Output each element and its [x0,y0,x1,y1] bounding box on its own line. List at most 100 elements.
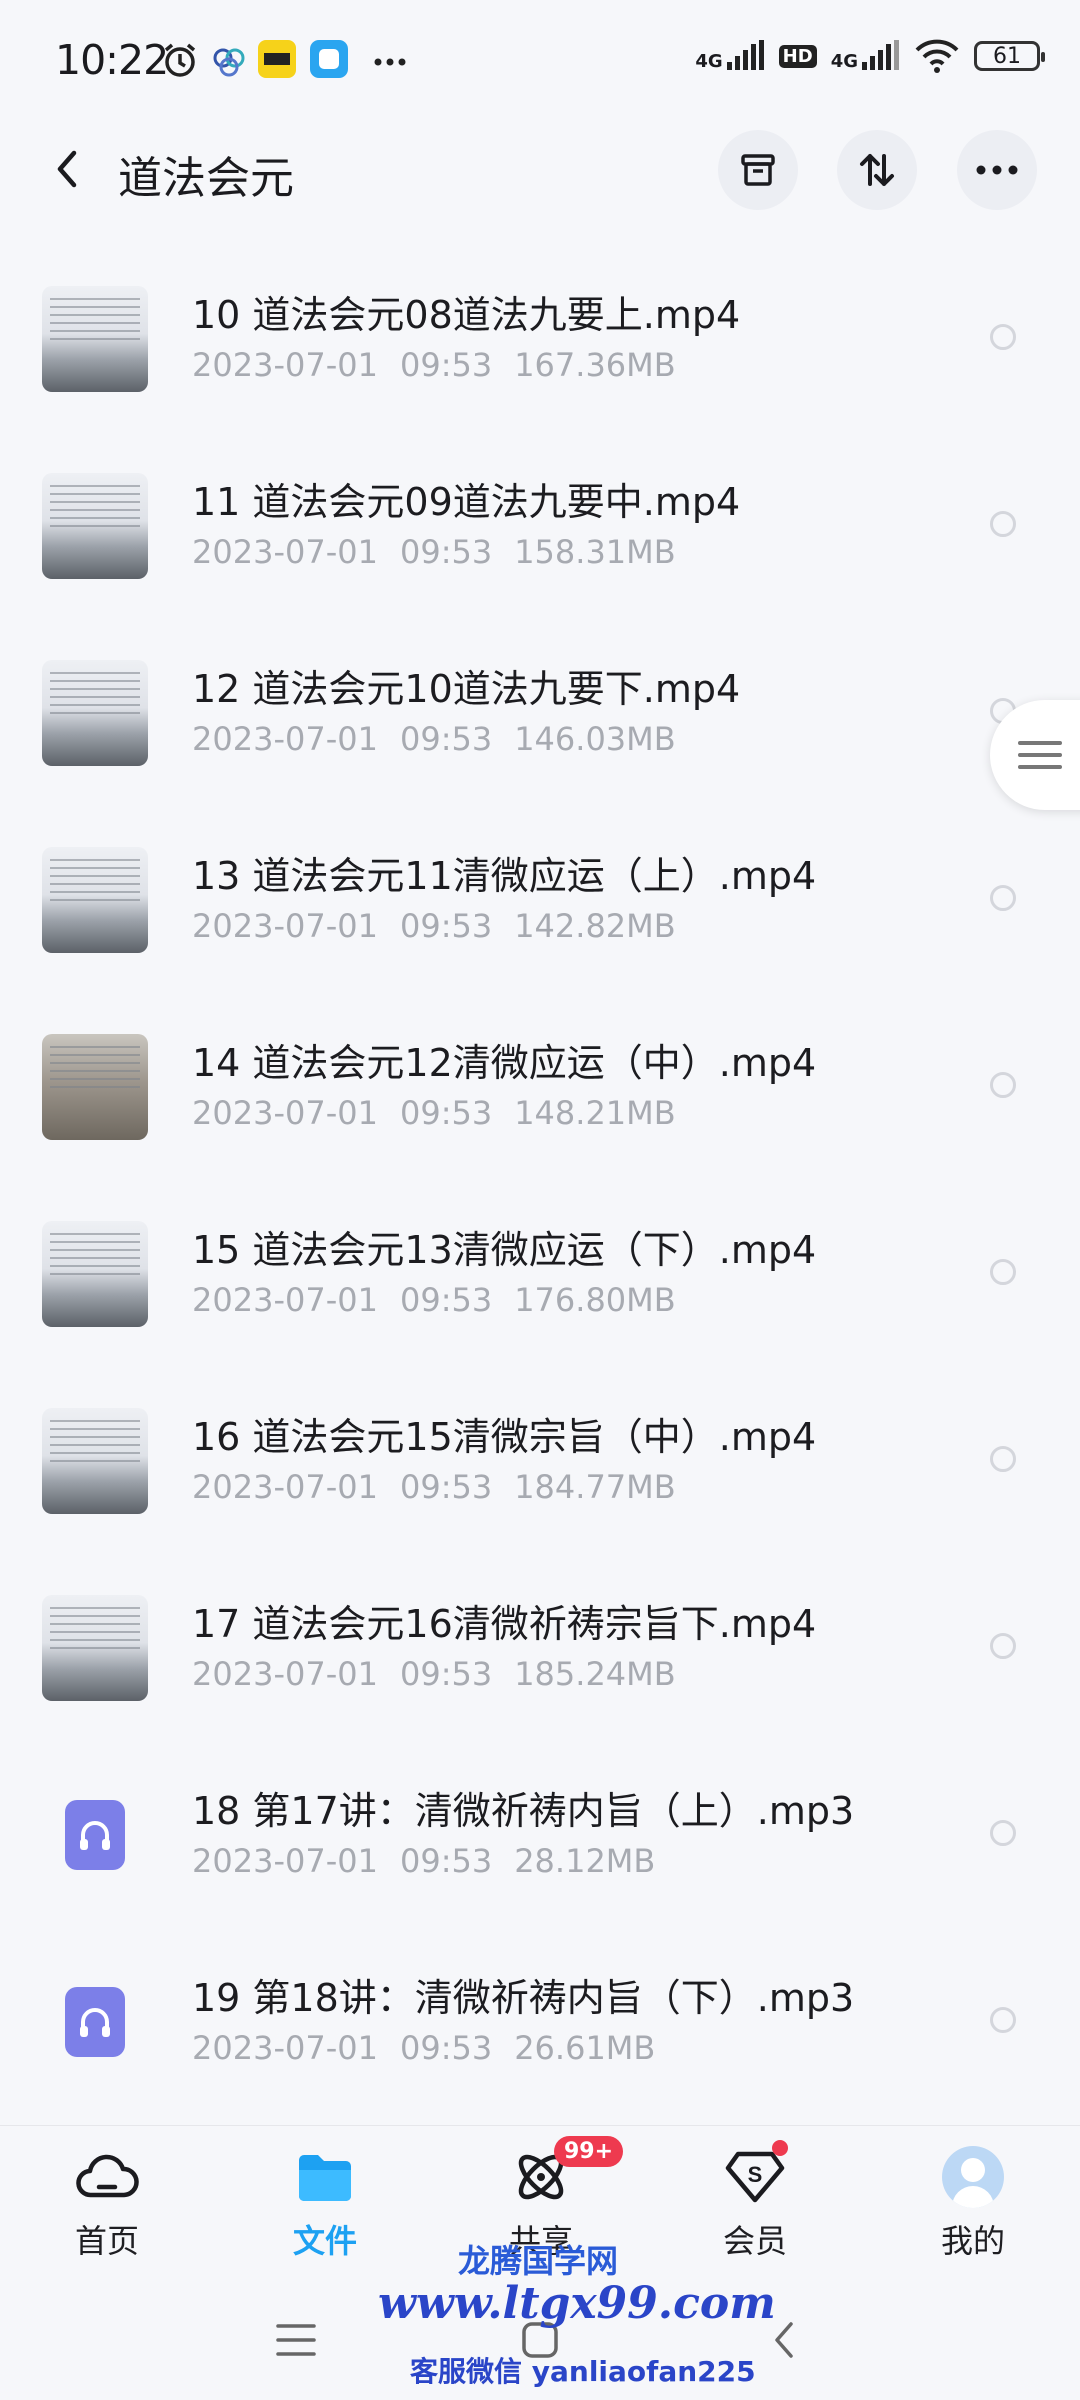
app-notification-icon [212,40,246,80]
video-thumbnail [42,286,148,392]
file-name: 18 第17讲：清微祈祷内旨（上）.mp3 [192,1789,855,1833]
file-row[interactable]: 19 第18讲：清微祈祷内旨（下）.mp3 2023-07-01 09:53 26.6… [0,1943,1080,2130]
svg-text:S: S [748,2162,763,2187]
select-radio[interactable] [990,2007,1016,2033]
file-row[interactable]: 18 第17讲：清微祈祷内旨（上）.mp3 2023-07-01 09:53 28.1… [0,1756,1080,1943]
video-thumbnail [42,660,148,766]
file-meta: 2023-07-01 09:53 185.24MB [192,1655,698,1693]
file-name: 16 道法会元15清微宗旨（中）.mp4 [192,1415,817,1459]
sort-icon [860,154,894,186]
file-name: 12 道法会元10道法九要下.mp4 [192,667,741,711]
vip-diamond-icon: S [725,2151,785,2203]
file-time: 09:53 [399,346,493,384]
thumbnail-text-lines [50,859,140,903]
file-meta: 2023-07-01 09:53 176.80MB [192,1281,698,1319]
file-name: 13 道法会元11清微应运（上）.mp4 [192,854,817,898]
file-time: 09:53 [399,1281,493,1319]
reader-app-icon [258,40,296,80]
nav-vip-label: 会员 [722,2222,787,2260]
file-time: 09:53 [399,1842,493,1880]
file-row[interactable]: 10 道法会元08道法九要上.mp4 2023-07-01 09:53 167.36M… [0,260,1080,447]
file-date: 2023-07-01 [192,907,378,945]
select-radio[interactable] [990,1820,1016,1846]
select-radio[interactable] [990,324,1016,350]
nav-mine-label: 我的 [940,2222,1005,2260]
file-meta: 2023-07-01 09:53 146.03MB [192,720,698,758]
video-thumbnail [42,1221,148,1327]
file-row[interactable]: 11 道法会元09道法九要中.mp4 2023-07-01 09:53 158.31M… [0,447,1080,634]
thumbnail-text-lines [50,1233,140,1277]
file-meta: 2023-07-01 09:53 167.36MB [192,346,698,384]
file-row[interactable]: 12 道法会元10道法九要下.mp4 2023-07-01 09:53 146.03M… [0,634,1080,821]
archive-button[interactable] [718,130,798,210]
file-size: 167.36MB [514,346,676,384]
file-meta: 2023-07-01 09:53 26.61MB [192,2029,677,2067]
file-name: 17 道法会元16清微祈祷宗旨下.mp4 [192,1602,817,1646]
file-name: 11 道法会元09道法九要中.mp4 [192,480,741,524]
file-row[interactable]: 13 道法会元11清微应运（上）.mp4 2023-07-01 09:53 142.8… [0,821,1080,1008]
file-size: 158.31MB [514,533,676,571]
alarm-icon [160,40,200,80]
video-thumbnail [42,1595,148,1701]
nav-mine[interactable]: 我的 [898,2144,1048,2262]
select-radio[interactable] [990,511,1016,537]
file-name: 19 第18讲：清微祈祷内旨（下）.mp3 [192,1976,855,2020]
more-options-button[interactable] [957,130,1037,210]
nav-home[interactable]: 首页 [32,2144,182,2262]
file-date: 2023-07-01 [192,1842,378,1880]
network-type-2: 4G [830,51,858,72]
file-date: 2023-07-01 [192,2029,378,2067]
file-time: 09:53 [399,2029,493,2067]
folder-icon [299,2155,351,2201]
system-menu-button[interactable] [266,2310,326,2370]
file-row[interactable]: 15 道法会元13清微应运（下）.mp4 2023-07-01 09:53 176.8… [0,1195,1080,1382]
nav-vip[interactable]: S 会员 [680,2140,830,2262]
file-size: 146.03MB [514,720,676,758]
status-right-group: 4G HD 4G 61 [695,38,1045,74]
chevron-left-icon [57,150,77,188]
watermark-url: www.ltgx99.com [378,2278,776,2329]
video-thumbnail [42,847,148,953]
video-thumbnail [42,1034,148,1140]
battery-indicator: 61 [974,41,1045,71]
file-time: 09:53 [399,1468,493,1506]
file-time: 09:53 [399,1655,493,1693]
avatar [942,2146,1004,2208]
sort-button[interactable] [837,130,917,210]
file-meta: 2023-07-01 09:53 158.31MB [192,533,698,571]
signal-2: 4G [831,40,900,72]
nav-files[interactable]: 文件 [250,2144,400,2262]
top-app-bar: 道法会元 [0,120,1080,220]
file-time: 09:53 [399,907,493,945]
audio-file-icon [42,1969,148,2075]
headphones-icon [65,1987,125,2057]
select-radio[interactable] [990,885,1016,911]
file-size: 185.24MB [514,1655,676,1693]
thumbnail-text-lines [50,298,140,342]
select-radio[interactable] [990,1072,1016,1098]
hamburger-icon [276,2324,316,2356]
thumbnail-text-lines [50,1607,140,1651]
more-notifications-icon [370,40,410,80]
file-time: 09:53 [399,1094,493,1132]
menu-icon [1018,741,1062,769]
file-meta: 2023-07-01 09:53 148.21MB [192,1094,698,1132]
more-horizontal-icon [976,165,1018,175]
back-button[interactable] [40,142,94,196]
select-radio[interactable] [990,1259,1016,1285]
select-radio[interactable] [990,1446,1016,1472]
file-row[interactable]: 17 道法会元16清微祈祷宗旨下.mp4 2023-07-01 09:53 185.2… [0,1569,1080,1756]
watermark-contact: 客服微信 yanliaofan225 [410,2355,756,2388]
share-badge: 99+ [554,2136,624,2167]
thumbnail-text-lines [50,1046,140,1090]
file-name: 14 道法会元12清微应运（中）.mp4 [192,1041,817,1085]
file-size: 142.82MB [514,907,676,945]
hd-badge: HD [778,44,817,68]
file-row[interactable]: 14 道法会元12清微应运（中）.mp4 2023-07-01 09:53 148.2… [0,1008,1080,1195]
network-type-1: 4G [695,51,723,72]
file-date: 2023-07-01 [192,720,378,758]
file-row[interactable]: 16 道法会元15清微宗旨（中）.mp4 2023-07-01 09:53 184.7… [0,1382,1080,1569]
select-radio[interactable] [990,1633,1016,1659]
app-notification-icon-2 [310,40,348,80]
file-date: 2023-07-01 [192,346,378,384]
